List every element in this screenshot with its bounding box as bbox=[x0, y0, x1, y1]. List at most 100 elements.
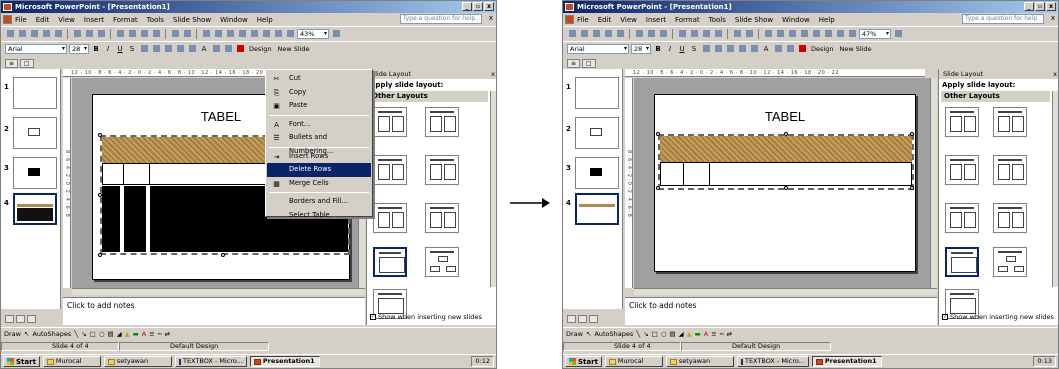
resize-handle[interactable] bbox=[98, 133, 102, 137]
menu-view[interactable]: View bbox=[620, 16, 637, 24]
layout-option[interactable] bbox=[945, 203, 979, 233]
task-pane-title[interactable]: Slide Layout bbox=[371, 70, 411, 78]
layout-option[interactable] bbox=[945, 155, 979, 185]
close-document-button[interactable]: x bbox=[1051, 14, 1055, 22]
table-icon[interactable] bbox=[213, 29, 223, 39]
start-button[interactable]: Start bbox=[3, 356, 40, 367]
layout-option[interactable] bbox=[993, 107, 1027, 137]
minimize-button[interactable]: _ bbox=[462, 2, 472, 11]
menu-item-delete-rows[interactable]: Delete Rows bbox=[267, 163, 371, 177]
new-slide-button[interactable]: New Slide bbox=[275, 45, 311, 53]
draw-menu[interactable]: Draw bbox=[4, 330, 21, 338]
dash-style-icon[interactable]: ┅ bbox=[720, 330, 724, 338]
zoom-select[interactable]: 47% bbox=[859, 28, 891, 39]
menu-slide-show[interactable]: Slide Show bbox=[735, 16, 773, 24]
horizontal-scrollbar[interactable] bbox=[634, 288, 937, 295]
grid-icon[interactable] bbox=[835, 29, 845, 39]
menu-item-copy[interactable]: ⎘ Copy bbox=[267, 86, 371, 100]
menu-item-merge-cells[interactable]: ▦ Merge Cells bbox=[267, 177, 371, 191]
resize-handle[interactable] bbox=[656, 132, 660, 136]
bold-button[interactable]: B bbox=[653, 44, 663, 54]
maximize-button[interactable]: ▫ bbox=[1035, 2, 1045, 11]
document-icon[interactable] bbox=[3, 15, 12, 24]
rectangle-icon[interactable]: □ bbox=[652, 330, 658, 338]
help-icon[interactable] bbox=[893, 29, 903, 39]
expand-icon[interactable] bbox=[811, 29, 821, 39]
bullets-icon[interactable] bbox=[749, 44, 759, 54]
underline-button[interactable]: U bbox=[115, 44, 125, 54]
font-color-icon[interactable]: A bbox=[704, 330, 708, 338]
layout-option[interactable] bbox=[425, 203, 459, 233]
design-button[interactable]: Design bbox=[247, 45, 273, 53]
shadow-button[interactable]: S bbox=[127, 44, 137, 54]
close-document-button[interactable]: x bbox=[489, 14, 493, 22]
slide-thumbnail-1[interactable] bbox=[13, 77, 57, 109]
layout-option-table-selected[interactable] bbox=[373, 247, 407, 277]
slide-thumbnail-3[interactable] bbox=[13, 157, 57, 189]
font-color-icon[interactable] bbox=[235, 44, 245, 54]
decrease-indent-icon[interactable] bbox=[211, 44, 221, 54]
numbering-icon[interactable] bbox=[175, 44, 185, 54]
paste-icon[interactable] bbox=[139, 29, 149, 39]
sorter-view-button[interactable] bbox=[578, 315, 587, 323]
show-when-inserting-checkbox[interactable]: ✓ Show when inserting new slides bbox=[942, 313, 1054, 321]
arrow-style-icon[interactable]: ⇄ bbox=[165, 330, 170, 338]
autoshapes-menu[interactable]: AutoShapes bbox=[594, 330, 633, 338]
taskbar-item-setyawan[interactable]: setyawan bbox=[665, 356, 734, 367]
bold-button[interactable]: B bbox=[91, 44, 101, 54]
zoom-select[interactable]: 43% bbox=[297, 28, 329, 39]
taskbar-item-textbox[interactable]: TEXTBOX - Micro... bbox=[174, 356, 247, 367]
design-button[interactable]: Design bbox=[809, 45, 835, 53]
paste-icon[interactable] bbox=[701, 29, 711, 39]
layout-option-table-selected[interactable] bbox=[945, 247, 979, 277]
layout-option-organization-chart[interactable] bbox=[425, 247, 459, 277]
close-button[interactable]: x bbox=[484, 2, 494, 11]
layout-option[interactable] bbox=[993, 203, 1027, 233]
permission-icon[interactable] bbox=[603, 29, 613, 39]
menu-slide-show[interactable]: Slide Show bbox=[173, 16, 211, 24]
increase-indent-icon[interactable] bbox=[785, 44, 795, 54]
resize-handle[interactable] bbox=[98, 193, 102, 197]
menu-item-borders-fill[interactable]: Borders and Fill... bbox=[267, 195, 371, 209]
email-icon[interactable] bbox=[615, 29, 625, 39]
task-pane-scrollbar[interactable] bbox=[1052, 91, 1058, 287]
horizontal-scrollbar[interactable] bbox=[72, 288, 365, 295]
fill-color-icon[interactable]: ▲ bbox=[125, 330, 130, 338]
autoshapes-menu[interactable]: AutoShapes bbox=[32, 330, 71, 338]
open-icon[interactable] bbox=[579, 29, 589, 39]
layout-option[interactable] bbox=[425, 107, 459, 137]
resize-handle[interactable] bbox=[221, 253, 225, 257]
close-button[interactable]: x bbox=[1046, 2, 1056, 11]
numbering-icon[interactable] bbox=[737, 44, 747, 54]
underline-button[interactable]: U bbox=[677, 44, 687, 54]
spelling-icon[interactable] bbox=[658, 29, 668, 39]
increase-font-button[interactable]: A bbox=[199, 44, 209, 54]
slide-thumbnail-4[interactable] bbox=[575, 193, 619, 225]
vertical-scrollbar[interactable] bbox=[930, 78, 937, 288]
layout-option[interactable] bbox=[425, 155, 459, 185]
italic-button[interactable]: I bbox=[103, 44, 113, 54]
task-pane-scrollbar[interactable] bbox=[490, 91, 496, 287]
increase-indent-icon[interactable] bbox=[223, 44, 233, 54]
font-select[interactable]: Arial bbox=[567, 43, 629, 54]
align-center-icon[interactable] bbox=[151, 44, 161, 54]
tab-outline[interactable]: ≡ bbox=[5, 58, 19, 68]
undo-icon[interactable] bbox=[170, 29, 180, 39]
line-style-icon[interactable]: ≡ bbox=[711, 330, 716, 338]
table-cell-black[interactable] bbox=[102, 186, 120, 252]
arrow-style-icon[interactable]: ⇄ bbox=[727, 330, 732, 338]
bullets-icon[interactable] bbox=[187, 44, 197, 54]
italic-button[interactable]: I bbox=[665, 44, 675, 54]
normal-view-button[interactable] bbox=[5, 315, 14, 323]
menu-item-font[interactable]: A Font... bbox=[267, 118, 371, 132]
textbox-icon[interactable]: ▤ bbox=[107, 330, 113, 338]
line-style-icon[interactable]: ≡ bbox=[149, 330, 154, 338]
textbox-icon[interactable]: ▤ bbox=[669, 330, 675, 338]
line-icon[interactable]: ╲ bbox=[74, 330, 78, 338]
line-color-icon[interactable]: ▬ bbox=[695, 330, 701, 338]
layout-option[interactable] bbox=[373, 203, 407, 233]
menu-insert[interactable]: Insert bbox=[646, 16, 666, 24]
layout-option[interactable] bbox=[373, 155, 407, 185]
tab-outline[interactable]: ≡ bbox=[567, 58, 581, 68]
oval-icon[interactable]: ○ bbox=[661, 330, 667, 338]
